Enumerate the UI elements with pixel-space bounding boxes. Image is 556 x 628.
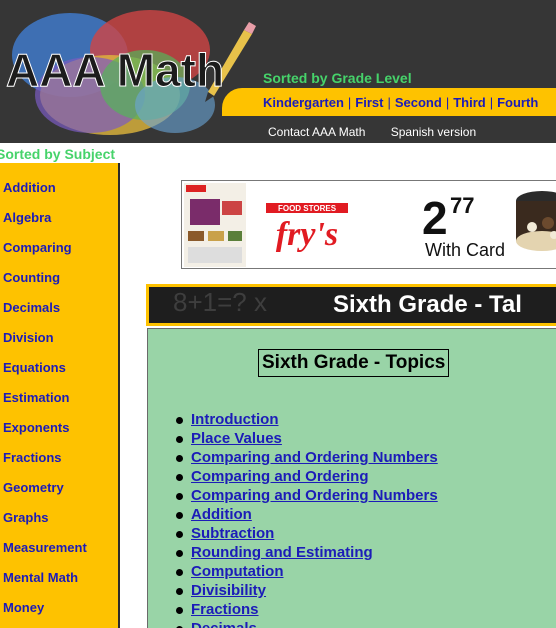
sidebar-item-comparing[interactable]: Comparing [3,240,72,255]
spanish-version-link[interactable]: Spanish version [391,125,476,139]
list-item: Decimals [0,299,118,329]
math-symbols-decoration: 8+1=? x [173,287,267,317]
sorted-by-grade-label: Sorted by Grade Level [263,70,412,86]
page-title: Sixth Grade - Tal [333,291,522,318]
list-item: Place Values [176,430,438,449]
topic-link-subtraction[interactable]: Subtraction [191,525,274,542]
grade-link-first[interactable]: First [355,95,383,110]
list-item: Counting [0,269,118,299]
topic-link-comparing-ordering-numbers-2[interactable]: Comparing and Ordering Numbers [191,487,438,504]
list-item: Estimation [0,389,118,419]
separator: | [347,95,352,110]
list-item: Addition [176,506,438,525]
header-links: Contact AAA Math Spanish version [268,125,498,139]
topic-link-introduction[interactable]: Introduction [191,411,278,428]
sidebar-item-addition[interactable]: Addition [3,180,56,195]
list-item: Division [0,329,118,359]
topic-link-decimals[interactable]: Decimals [191,620,257,628]
sidebar-item-algebra[interactable]: Algebra [3,210,51,225]
list-item: Geometry [0,479,118,509]
topic-link-comparing-ordering-numbers[interactable]: Comparing and Ordering Numbers [191,449,438,466]
contact-link[interactable]: Contact AAA Math [268,125,365,139]
list-item: Comparing [0,239,118,269]
list-item: Money [0,599,118,628]
topic-link-place-values[interactable]: Place Values [191,430,282,447]
logo-text: AAA Math [6,44,224,96]
topic-link-comparing-ordering[interactable]: Comparing and Ordering [191,468,369,485]
flyer-image [184,183,246,267]
frys-logo: FOOD STORES fry's [266,203,348,253]
subject-list: Addition Algebra Comparing Counting Deci… [0,163,118,628]
sidebar-item-money[interactable]: Money [3,600,44,615]
list-item: Subtraction [176,525,438,544]
grade-nav: Kindergarten | First | Second | Third | Fourth [263,95,538,110]
topics-list: Introduction Place Values Comparing and … [176,411,438,628]
topic-link-computation[interactable]: Computation [191,563,283,580]
page: AAA Math Sorted by Grade Level Kindergar… [0,0,556,628]
list-item: Divisibility [176,582,438,601]
sidebar-item-counting[interactable]: Counting [3,270,60,285]
list-item: Addition [0,179,118,209]
list-item: Exponents [0,419,118,449]
list-item: Graphs [0,509,118,539]
ice-cream-tub-image [516,191,556,251]
ad-price-cents: 77 [450,193,475,218]
separator: | [387,95,391,110]
sidebar-item-graphs[interactable]: Graphs [3,510,49,525]
topic-link-rounding-estimating[interactable]: Rounding and Estimating [191,544,373,561]
ad-price-dollars: 2 [422,192,448,244]
page-title-banner: 8+1=? x Sixth Grade - Tal [146,284,556,326]
topic-link-addition[interactable]: Addition [191,506,252,523]
svg-text:FOOD STORES: FOOD STORES [278,204,337,213]
site-header: AAA Math Sorted by Grade Level Kindergar… [0,0,556,143]
sidebar-item-division[interactable]: Division [3,330,54,345]
sorted-by-subject-label: Sorted by Subject [0,146,116,162]
list-item: Algebra [0,209,118,239]
sidebar-item-decimals[interactable]: Decimals [3,300,60,315]
subject-sidebar: Addition Algebra Comparing Counting Deci… [0,163,120,628]
grade-link-second[interactable]: Second [395,95,442,110]
sidebar-item-exponents[interactable]: Exponents [3,420,69,435]
list-item: Equations [0,359,118,389]
list-item: Computation [176,563,438,582]
sidebar-item-measurement[interactable]: Measurement [3,540,87,555]
list-item: Introduction [176,411,438,430]
separator: | [445,95,450,110]
list-item: Comparing and Ordering Numbers [176,449,438,468]
topic-link-divisibility[interactable]: Divisibility [191,582,266,599]
list-item: Mental Math [0,569,118,599]
sidebar-item-estimation[interactable]: Estimation [3,390,69,405]
sidebar-item-fractions[interactable]: Fractions [3,450,62,465]
sidebar-item-geometry[interactable]: Geometry [3,480,64,495]
topic-link-fractions[interactable]: Fractions [191,601,259,618]
sidebar-item-equations[interactable]: Equations [3,360,66,375]
separator: | [489,95,494,110]
list-item: Rounding and Estimating [176,544,438,563]
ad-with-card-label: With Card [425,240,506,260]
list-item: Comparing and Ordering Numbers [176,487,438,506]
list-item: Comparing and Ordering [176,468,438,487]
list-item: Fractions [176,601,438,620]
sidebar-item-mental-math[interactable]: Mental Math [3,570,78,585]
list-item: Decimals [176,620,438,628]
aaa-math-logo[interactable]: AAA Math [0,0,262,143]
list-item: Fractions [0,449,118,479]
list-item: Measurement [0,539,118,569]
grade-link-kindergarten[interactable]: Kindergarten [263,95,344,110]
topics-panel: Sixth Grade - Topics Introduction Place … [147,328,556,628]
advertisement-banner[interactable]: FOOD STORES fry's 2 77 With Card [181,180,556,269]
topics-heading: Sixth Grade - Topics [258,349,450,377]
grade-link-fourth[interactable]: Fourth [497,95,538,110]
grade-link-third[interactable]: Third [453,95,486,110]
svg-text:fry's: fry's [276,216,338,253]
